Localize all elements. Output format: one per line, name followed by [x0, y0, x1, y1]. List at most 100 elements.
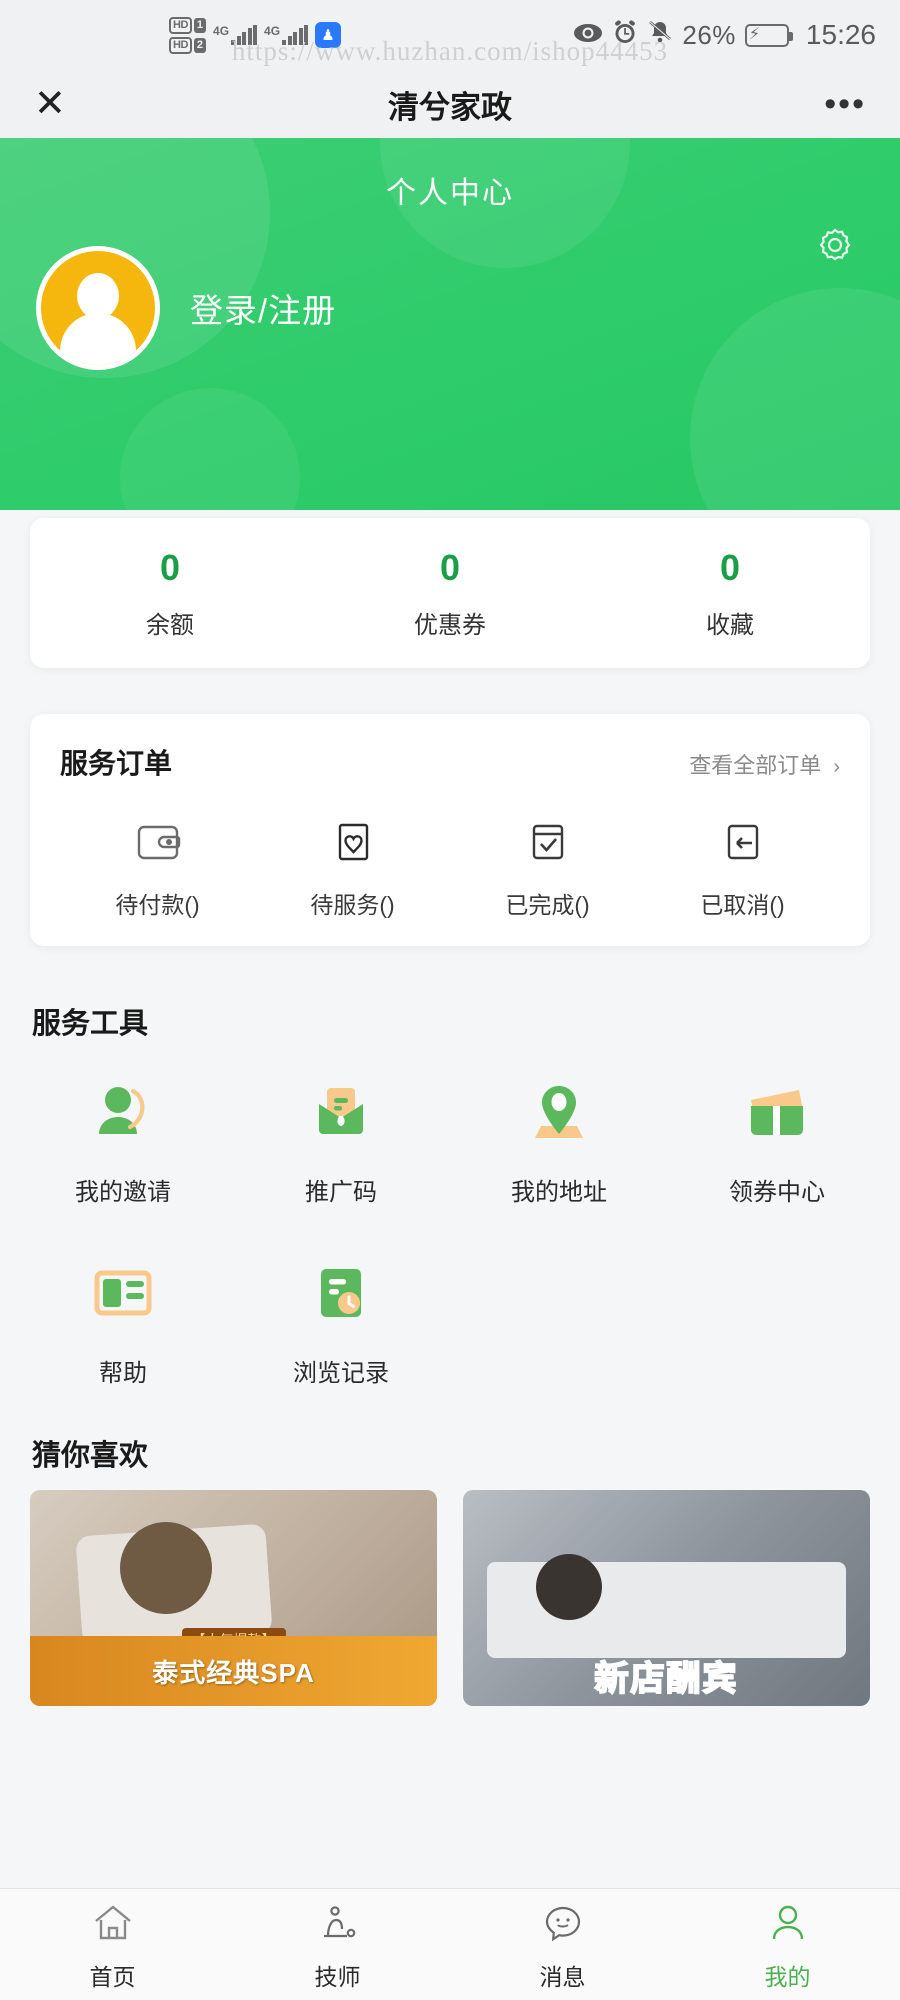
stat-balance[interactable]: 0 余额 — [30, 547, 310, 640]
status-bar-right: 26% ⚡ 15:26 — [573, 19, 876, 52]
app-screen: HD 1 HD 2 4G 4G ♟ 26% ⚡ 15:26 https://ww… — [0, 0, 900, 2000]
tab-label: 首页 — [89, 1963, 136, 1990]
network-type-2: 4G — [264, 24, 281, 38]
service-tools-grid: 我的邀请 推广码 我的地址 领券中心 帮助 浏览记录 — [14, 1060, 886, 1388]
page-title: 清兮家政 — [388, 89, 512, 125]
bottom-tab-bar: 首页 技师 消息 我的 — [0, 1888, 900, 2000]
stat-value: 0 — [439, 546, 461, 588]
tool-label: 领券中心 — [729, 1179, 825, 1206]
signal-bars-1 — [231, 25, 258, 45]
order-status-pending-payment[interactable]: 待付款() — [60, 814, 255, 920]
sim-number-2: 2 — [193, 37, 207, 53]
tool-label: 推广码 — [305, 1179, 377, 1206]
sim1-hd-badge: HD 1 — [169, 16, 207, 34]
tool-label: 我的地址 — [511, 1179, 607, 1206]
order-status-label: 待服务() — [310, 892, 395, 918]
hero-title: 个人中心 — [386, 177, 514, 210]
profile-hero: 个人中心 登录/注册 — [0, 138, 900, 510]
envelope-icon — [232, 1074, 450, 1150]
tool-label: 帮助 — [99, 1360, 147, 1387]
tool-my-address[interactable]: 我的地址 — [450, 1060, 668, 1207]
sim-number-1: 1 — [193, 17, 207, 33]
stat-coupons[interactable]: 0 优惠券 — [310, 547, 590, 640]
tools-row-1: 我的邀请 推广码 我的地址 领券中心 — [14, 1060, 886, 1207]
history-icon — [232, 1255, 450, 1331]
tool-label: 我的邀请 — [75, 1179, 171, 1206]
avatar-body — [60, 313, 136, 365]
recommend-card[interactable]: 【人气爆款】 泰式经典SPA — [30, 1490, 437, 1706]
navigation-bar: ✕ 清兮家政 ••• — [0, 70, 900, 138]
login-register-link[interactable]: 登录/注册 — [190, 284, 336, 332]
decor-blob — [120, 388, 300, 510]
tab-label: 消息 — [539, 1963, 586, 1990]
recommend-title: 猜你喜欢 — [32, 1440, 149, 1472]
profile-row[interactable]: 登录/注册 — [0, 212, 900, 370]
hd-label-1: HD — [169, 16, 192, 34]
battery-charging-icon: ⚡ — [744, 23, 793, 47]
service-tools-title: 服务工具 — [32, 1008, 149, 1040]
tool-coupon-center[interactable]: 领券中心 — [668, 1060, 886, 1207]
tool-promo-code[interactable]: 推广码 — [232, 1060, 450, 1207]
tab-technician[interactable]: 技师 — [225, 1898, 450, 1992]
tab-mine[interactable]: 我的 — [675, 1898, 900, 1992]
recommend-card-banner: 新店酬宾 — [594, 1659, 739, 1699]
user-invite-icon — [14, 1074, 232, 1150]
technician-icon — [225, 1898, 450, 1948]
tab-home[interactable]: 首页 — [0, 1898, 225, 1992]
more-options-icon[interactable]: ••• — [824, 86, 866, 121]
clock: 15:26 — [805, 19, 876, 50]
stat-value: 0 — [159, 546, 181, 588]
order-status-cancelled[interactable]: 已取消() — [645, 814, 840, 920]
avatar[interactable] — [36, 246, 160, 370]
orders-header: 服务订单 查看全部订单 › — [60, 742, 840, 782]
view-all-orders-label: 查看全部订单 — [689, 753, 822, 778]
stat-value: 0 — [719, 546, 741, 588]
location-pin-icon — [450, 1074, 668, 1150]
orders-status-row: 待付款() 待服务() 已完成() 已取消() — [60, 814, 840, 920]
stat-label: 余额 — [146, 611, 194, 639]
status-bar: HD 1 HD 2 4G 4G ♟ 26% ⚡ 15:26 https://ww… — [0, 0, 900, 70]
stat-label: 优惠券 — [414, 611, 486, 639]
chevron-right-icon: › — [833, 756, 840, 778]
alarm-icon — [612, 19, 638, 52]
bell-muted-icon — [647, 19, 673, 52]
order-status-label: 已完成() — [505, 892, 590, 918]
message-icon — [450, 1898, 675, 1948]
recommend-card[interactable]: 新店酬宾 — [463, 1490, 870, 1706]
close-icon[interactable]: ✕ — [34, 85, 66, 123]
network-type-1: 4G — [213, 24, 230, 38]
recommend-card-banner: 泰式经典SPA — [30, 1636, 437, 1706]
tool-browse-history[interactable]: 浏览记录 — [232, 1241, 450, 1388]
tool-empty-slot — [450, 1241, 668, 1388]
tool-help[interactable]: 帮助 — [14, 1241, 232, 1388]
checkbox-icon — [450, 814, 645, 870]
stat-favorites[interactable]: 0 收藏 — [590, 547, 870, 640]
order-status-label: 待付款() — [115, 892, 200, 918]
tool-empty-slot — [668, 1241, 886, 1388]
battery-percent: 26% — [682, 19, 736, 50]
order-status-label: 已取消() — [700, 892, 785, 918]
tab-label: 技师 — [314, 1963, 361, 1990]
gear-icon[interactable] — [814, 224, 856, 266]
tool-label: 浏览记录 — [293, 1360, 389, 1387]
book-icon — [14, 1255, 232, 1331]
order-status-completed[interactable]: 已完成() — [450, 814, 645, 920]
wallet-icon — [60, 814, 255, 870]
dual-sim-indicator: HD 1 HD 2 — [169, 16, 207, 54]
signal-indicator-2: 4G — [264, 24, 309, 45]
hd-label-2: HD — [169, 36, 192, 54]
service-orders-card: 服务订单 查看全部订单 › 待付款() 待服务() 已完成() 已取消() — [30, 714, 870, 946]
recommend-card-list: 【人气爆款】 泰式经典SPA 新店酬宾 — [30, 1490, 870, 1706]
tool-my-invitation[interactable]: 我的邀请 — [14, 1060, 232, 1207]
tab-messages[interactable]: 消息 — [450, 1898, 675, 1992]
tools-row-2: 帮助 浏览记录 — [14, 1241, 886, 1388]
sim2-hd-badge: HD 2 — [169, 36, 207, 54]
order-status-pending-service[interactable]: 待服务() — [255, 814, 450, 920]
status-bar-left: HD 1 HD 2 4G 4G ♟ — [169, 16, 342, 54]
return-arrow-icon — [645, 814, 840, 870]
account-stats-card: 0 余额 0 优惠券 0 收藏 — [30, 518, 870, 668]
ticket-icon — [668, 1074, 886, 1150]
eye-icon — [573, 20, 603, 51]
view-all-orders-link[interactable]: 查看全部订单 › — [689, 748, 840, 780]
stat-label: 收藏 — [706, 611, 754, 639]
